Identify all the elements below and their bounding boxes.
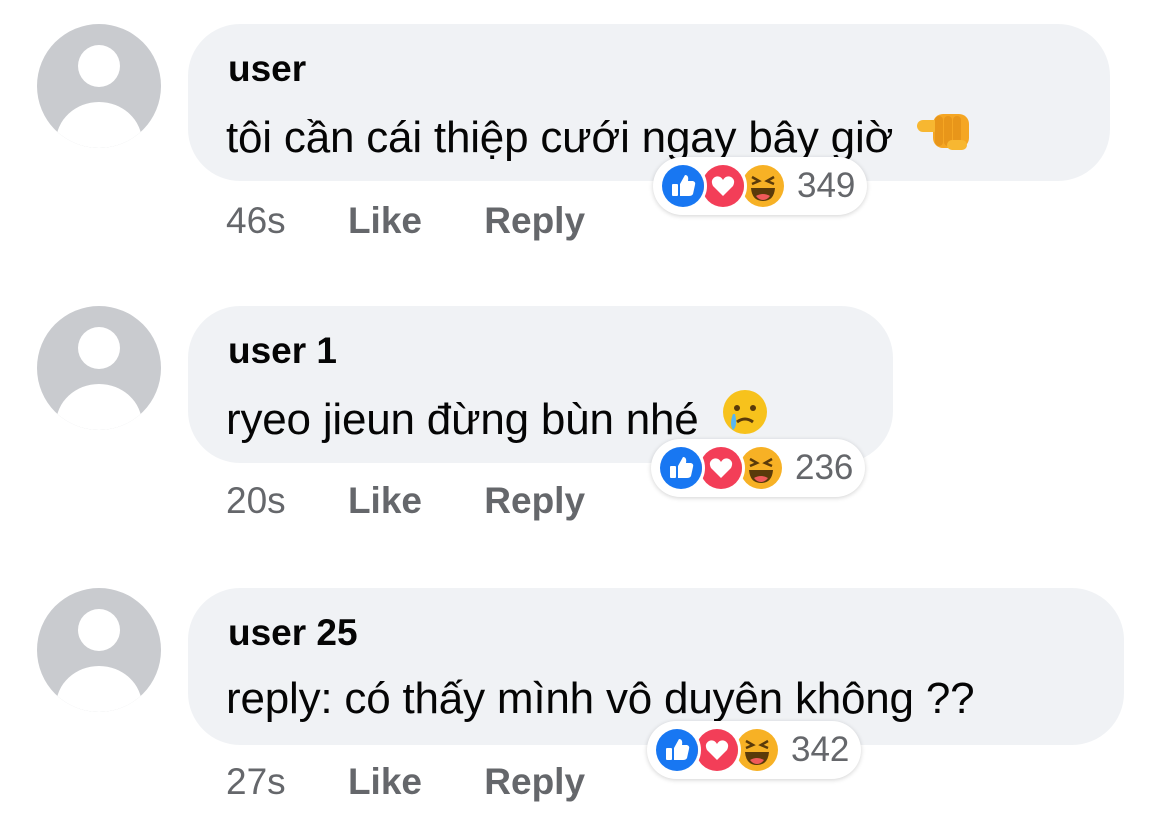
comment-item: user 25 reply: có thấy mình vô duyên khô… — [0, 564, 1170, 819]
comment-text-content: tôi cần cái thiệp cưới ngay bây giờ — [226, 113, 894, 163]
comment-timestamp: 27s — [226, 761, 286, 802]
reaction-count: 236 — [795, 448, 854, 487]
comment-text: reply: có thấy mình vô duyên không ?? — [226, 674, 975, 724]
comment-meta: 46s Like Reply — [226, 200, 637, 242]
pointing-fist-icon — [911, 106, 975, 167]
comment-text-content: reply: có thấy mình vô duyên không ?? — [226, 674, 975, 723]
comment-username[interactable]: user — [228, 48, 306, 90]
reactions-summary[interactable]: 349 — [653, 157, 868, 215]
like-button[interactable]: Like — [348, 200, 422, 241]
reaction-count: 349 — [797, 166, 856, 205]
avatar-body-shape — [56, 102, 142, 148]
like-reaction-icon — [653, 726, 701, 774]
reply-button[interactable]: Reply — [484, 200, 585, 241]
reactions-summary[interactable]: 236 — [651, 439, 866, 497]
avatar[interactable] — [37, 306, 161, 430]
reply-button[interactable]: Reply — [484, 480, 585, 521]
like-button[interactable]: Like — [348, 761, 422, 802]
like-button[interactable]: Like — [348, 480, 422, 521]
comment-item: user 1 ryeo jieun đừng bùn nhé 236 20s L… — [0, 282, 1170, 542]
avatar-head-shape — [78, 327, 120, 369]
reply-button[interactable]: Reply — [484, 761, 585, 802]
avatar-body-shape — [56, 384, 142, 430]
comment-bubble: user 25 reply: có thấy mình vô duyên khô… — [188, 588, 1124, 745]
comment-item: user tôi cần cái thiệp cưới ngay bây giờ — [0, 0, 1170, 260]
comment-timestamp: 20s — [226, 480, 286, 521]
like-reaction-icon — [659, 162, 707, 210]
avatar[interactable] — [37, 588, 161, 712]
comment-username[interactable]: user 25 — [228, 612, 358, 654]
avatar[interactable] — [37, 24, 161, 148]
comment-timestamp: 46s — [226, 200, 286, 241]
comment-text: tôi cần cái thiệp cưới ngay bây giờ — [226, 110, 975, 171]
avatar-head-shape — [78, 45, 120, 87]
like-reaction-icon — [657, 444, 705, 492]
reaction-count: 342 — [791, 730, 850, 769]
comment-meta: 27s Like Reply — [226, 761, 637, 803]
reactions-summary[interactable]: 342 — [647, 721, 862, 779]
comment-username[interactable]: user 1 — [228, 330, 337, 372]
comment-bubble: user tôi cần cái thiệp cưới ngay bây giờ — [188, 24, 1110, 181]
comment-text-content: ryeo jieun đừng bùn nhé — [226, 395, 699, 445]
avatar-head-shape — [78, 609, 120, 651]
comment-meta: 20s Like Reply — [226, 480, 637, 522]
avatar-body-shape — [56, 666, 142, 712]
